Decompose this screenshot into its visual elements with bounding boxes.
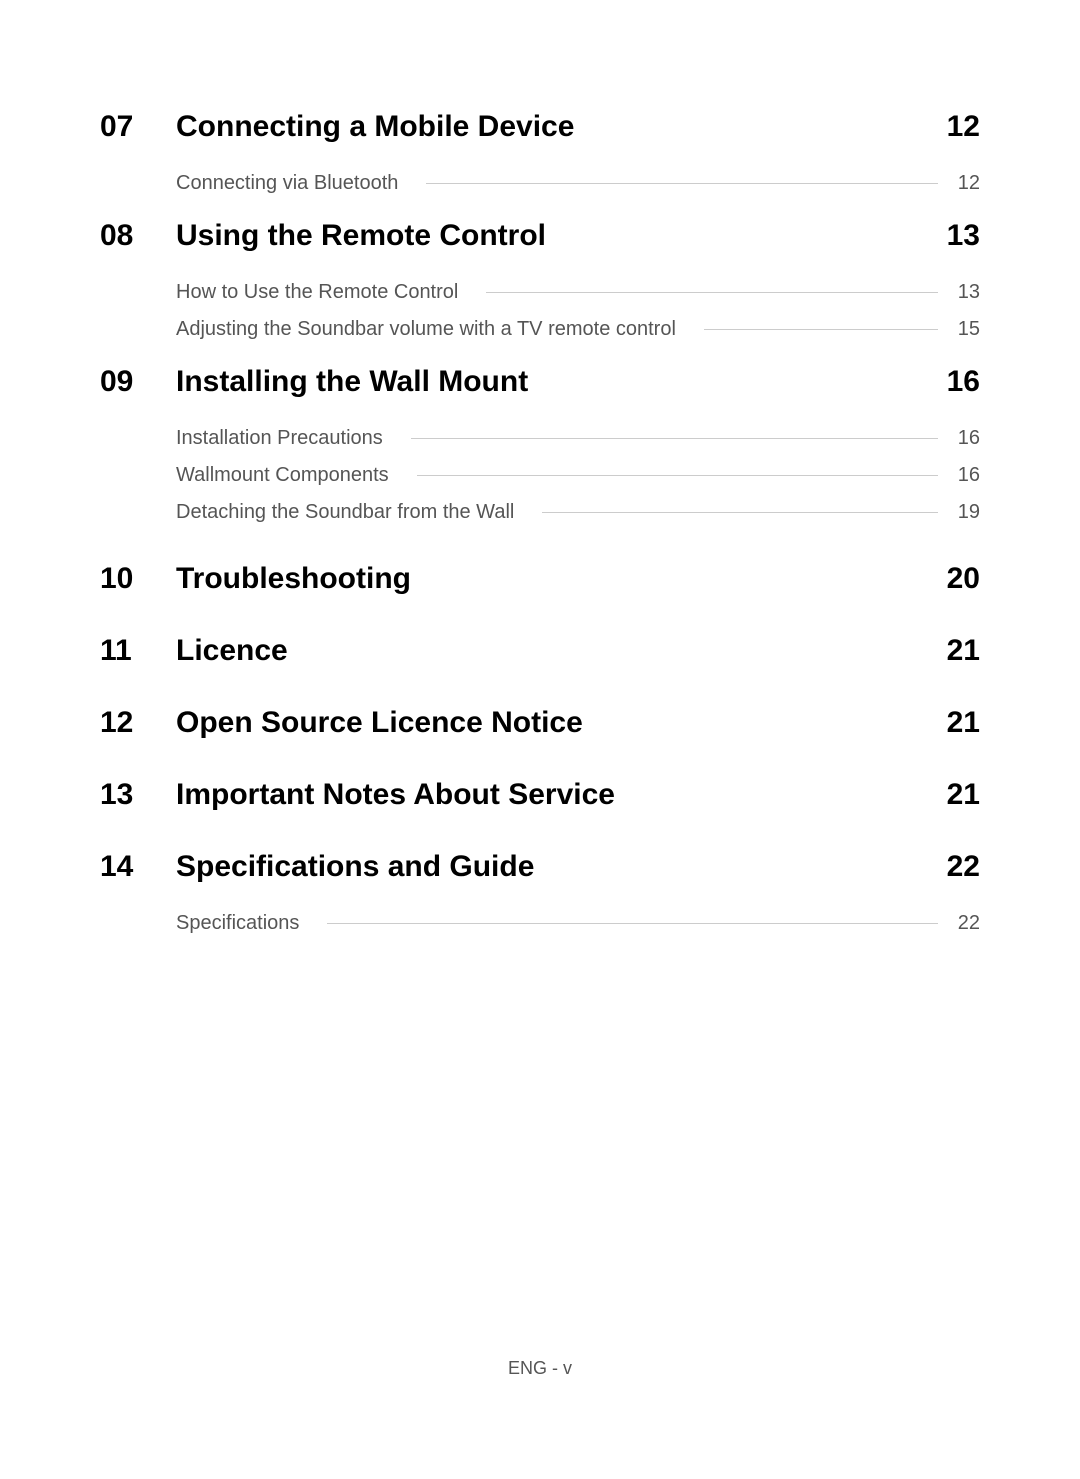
- sub-item-label: Adjusting the Soundbar volume with a TV …: [176, 318, 696, 341]
- section-row: 13 Important Notes About Service 21: [100, 778, 980, 812]
- toc-section-11: 11 Licence 21: [100, 634, 980, 668]
- section-number: 13: [100, 778, 176, 812]
- toc-section-13: 13 Important Notes About Service 21: [100, 778, 980, 812]
- sub-item-page: 12: [946, 172, 980, 195]
- section-page: 12: [930, 110, 980, 144]
- section-number: 11: [100, 634, 176, 668]
- section-number: 14: [100, 850, 176, 884]
- sub-item-row: Adjusting the Soundbar volume with a TV …: [176, 318, 980, 341]
- sub-item-row: How to Use the Remote Control 13: [176, 281, 980, 304]
- page-footer: ENG - v: [0, 1358, 1080, 1379]
- leader-line: [542, 512, 937, 513]
- toc-section-10: 10 Troubleshooting 20: [100, 562, 980, 596]
- section-row: 07 Connecting a Mobile Device 12: [100, 110, 980, 144]
- sub-item-row: Specifications 22: [176, 912, 980, 935]
- section-title: Specifications and Guide: [176, 850, 930, 884]
- section-row: 11 Licence 21: [100, 634, 980, 668]
- toc-section-09: 09 Installing the Wall Mount 16 Installa…: [100, 365, 980, 524]
- section-title: Important Notes About Service: [176, 778, 930, 812]
- section-title: Open Source Licence Notice: [176, 706, 930, 740]
- section-title: Installing the Wall Mount: [176, 365, 930, 399]
- section-page: 16: [930, 365, 980, 399]
- section-row: 14 Specifications and Guide 22: [100, 850, 980, 884]
- leader-line: [426, 183, 937, 184]
- section-title: Using the Remote Control: [176, 219, 930, 253]
- toc-section-08: 08 Using the Remote Control 13 How to Us…: [100, 219, 980, 341]
- section-row: 08 Using the Remote Control 13: [100, 219, 980, 253]
- leader-line: [486, 292, 937, 293]
- sub-item-label: Connecting via Bluetooth: [176, 172, 418, 195]
- sub-item-page: 15: [946, 318, 980, 341]
- section-row: 09 Installing the Wall Mount 16: [100, 365, 980, 399]
- sub-items: Connecting via Bluetooth 12: [100, 172, 980, 195]
- section-row: 10 Troubleshooting 20: [100, 562, 980, 596]
- section-number: 08: [100, 219, 176, 253]
- section-number: 12: [100, 706, 176, 740]
- leader-line: [327, 923, 937, 924]
- toc-section-14: 14 Specifications and Guide 22 Specifica…: [100, 850, 980, 935]
- sub-item-page: 16: [946, 427, 980, 450]
- sub-item-label: Specifications: [176, 912, 319, 935]
- section-page: 20: [930, 562, 980, 596]
- section-number: 07: [100, 110, 176, 144]
- sub-item-row: Installation Precautions 16: [176, 427, 980, 450]
- sub-item-page: 22: [946, 912, 980, 935]
- sub-item-row: Detaching the Soundbar from the Wall 19: [176, 501, 980, 524]
- section-page: 22: [930, 850, 980, 884]
- sub-items: How to Use the Remote Control 13 Adjusti…: [100, 281, 980, 341]
- sub-item-row: Connecting via Bluetooth 12: [176, 172, 980, 195]
- sub-item-label: How to Use the Remote Control: [176, 281, 478, 304]
- toc-content: 07 Connecting a Mobile Device 12 Connect…: [0, 0, 1080, 935]
- sub-items: Installation Precautions 16 Wallmount Co…: [100, 427, 980, 524]
- section-page: 13: [930, 219, 980, 253]
- section-page: 21: [930, 634, 980, 668]
- sub-item-label: Detaching the Soundbar from the Wall: [176, 501, 534, 524]
- sub-item-label: Wallmount Components: [176, 464, 409, 487]
- leader-line: [417, 475, 938, 476]
- sub-item-label: Installation Precautions: [176, 427, 403, 450]
- sub-item-row: Wallmount Components 16: [176, 464, 980, 487]
- section-row: 12 Open Source Licence Notice 21: [100, 706, 980, 740]
- section-number: 10: [100, 562, 176, 596]
- sub-item-page: 16: [946, 464, 980, 487]
- toc-section-07: 07 Connecting a Mobile Device 12 Connect…: [100, 110, 980, 195]
- sub-item-page: 13: [946, 281, 980, 304]
- section-number: 09: [100, 365, 176, 399]
- sub-item-page: 19: [946, 501, 980, 524]
- toc-section-12: 12 Open Source Licence Notice 21: [100, 706, 980, 740]
- section-title: Troubleshooting: [176, 562, 930, 596]
- section-page: 21: [930, 706, 980, 740]
- section-page: 21: [930, 778, 980, 812]
- leader-line: [411, 438, 938, 439]
- sub-items: Specifications 22: [100, 912, 980, 935]
- section-title: Licence: [176, 634, 930, 668]
- section-title: Connecting a Mobile Device: [176, 110, 930, 144]
- leader-line: [704, 329, 938, 330]
